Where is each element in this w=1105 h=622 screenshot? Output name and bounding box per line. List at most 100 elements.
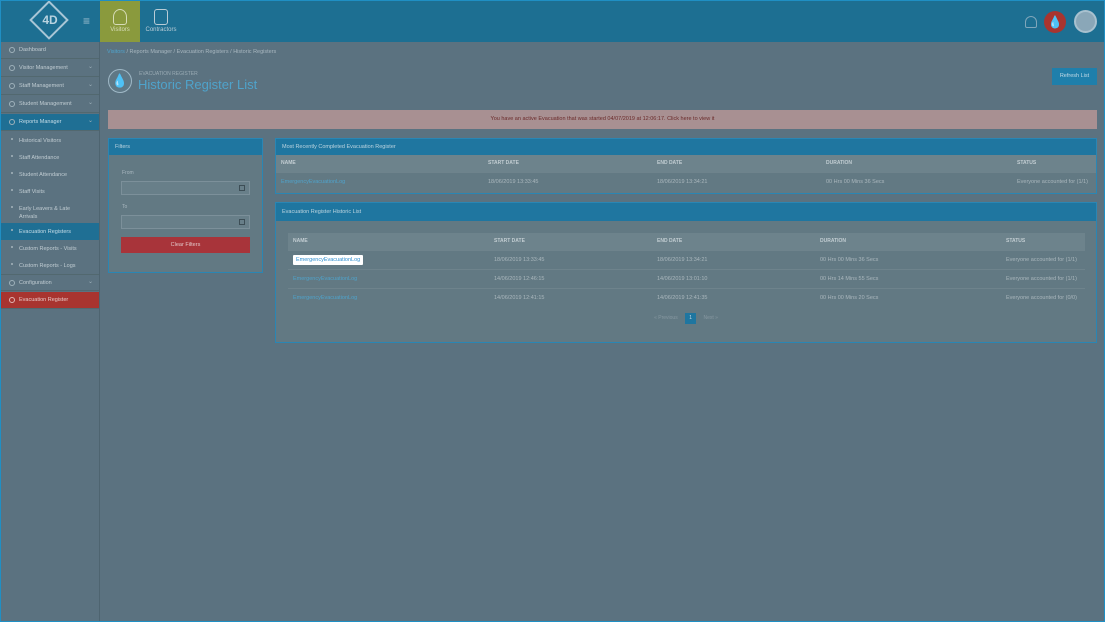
sidebar-sub-label: Staff Visits — [19, 189, 45, 195]
sidebar-sub-evacuation-registers[interactable]: Evacuation Registers — [1, 223, 99, 240]
start-date-cell: 14/06/2019 12:41:15 — [489, 287, 652, 307]
sidebar-item-dashboard[interactable]: Dashboard — [1, 42, 99, 59]
staff-icon — [9, 83, 15, 89]
reports-icon — [9, 119, 15, 125]
pager-next[interactable]: Next — [703, 315, 713, 321]
duration-cell: 00 Hrs 14 Mins 55 Secs — [815, 268, 1001, 288]
sidebar-item-label: Evacuation Register — [19, 297, 69, 303]
pager-page-current[interactable]: 1 — [685, 313, 697, 324]
module-tab-label: Visitors — [110, 27, 130, 33]
sidebar-sub-custom-reports-logs[interactable]: Custom Reports - Logs — [1, 257, 99, 274]
sidebar-sub-custom-reports-visits[interactable]: Custom Reports - Visits — [1, 240, 99, 257]
clipboard-icon — [154, 9, 168, 25]
column-header: NAME — [288, 233, 489, 250]
calendar-icon[interactable] — [239, 185, 245, 191]
sidebar-sub-label: Historical Visitors — [19, 138, 62, 144]
person-icon — [113, 9, 127, 25]
column-header: STATUS — [1012, 155, 1096, 172]
user-avatar[interactable] — [1074, 10, 1097, 33]
breadcrumb-visitors[interactable]: Visitors — [107, 49, 125, 55]
module-tab-visitors[interactable]: Visitors — [100, 1, 140, 42]
sidebar-item-evacuation-register[interactable]: Evacuation Register — [1, 292, 99, 309]
register-name-cell: EmergencyEvacuationLog — [288, 249, 489, 269]
register-name-link[interactable]: EmergencyEvacuationLog — [276, 171, 483, 191]
register-name-link[interactable]: EmergencyEvacuationLog — [288, 287, 489, 307]
student-icon — [9, 101, 15, 107]
page-title: Historic Register List — [138, 77, 258, 92]
filters-panel: Filters From To Clear Filters — [108, 138, 263, 273]
duration-cell: 00 Hrs 00 Mins 36 Secs — [821, 171, 1012, 191]
dashboard-icon — [9, 47, 15, 53]
chevron-down-icon: ⌄ — [87, 64, 93, 70]
status-cell: Everyone accounted for (1/1) — [1012, 171, 1096, 191]
sidebar-sub-historical-visitors[interactable]: Historical Visitors — [1, 132, 99, 149]
bullet-icon — [11, 138, 13, 140]
to-date-field[interactable] — [121, 215, 250, 229]
register-name-link-highlighted[interactable]: EmergencyEvacuationLog — [293, 254, 364, 265]
sidebar-item-configuration[interactable]: Configuration ⌄ — [1, 274, 99, 291]
end-date-cell: 14/06/2019 12:41:35 — [652, 287, 815, 307]
filters-title: Filters — [109, 139, 262, 155]
module-tab-contractors[interactable]: Contractors — [141, 1, 181, 42]
bullet-icon — [11, 263, 13, 265]
bell-icon[interactable] — [1025, 16, 1037, 28]
table-row: EmergencyEvacuationLog 14/06/2019 12:46:… — [288, 268, 1085, 288]
active-evacuation-alert[interactable]: You have an active Evacuation that was s… — [108, 110, 1097, 129]
chevron-down-icon: ⌄ — [87, 100, 93, 106]
sidebar-item-visitor-management[interactable]: Visitor Management ⌄ — [1, 60, 99, 77]
sidebar-item-label: Staff Management — [19, 83, 64, 89]
sidebar-sub-early-leavers[interactable]: Early Leavers & Late Arrivals — [1, 200, 99, 222]
end-date-cell: 18/06/2019 13:34:21 — [652, 249, 815, 269]
gear-icon — [9, 280, 15, 286]
sidebar-sub-student-attendance[interactable]: Student Attendance — [1, 166, 99, 183]
historic-panel-title: Evacuation Register Historic List — [276, 203, 1096, 221]
table-row: EmergencyEvacuationLog 14/06/2019 12:41:… — [288, 287, 1085, 307]
sidebar-sub-label: Early Leavers & Late Arrivals — [19, 206, 71, 220]
bullet-icon — [11, 246, 13, 248]
sidebar-sub-staff-attendance[interactable]: Staff Attendance — [1, 149, 99, 166]
from-date-field[interactable] — [121, 181, 250, 195]
status-cell: Everyone accounted for (0/0) — [1001, 287, 1085, 307]
bullet-icon — [11, 229, 13, 231]
table-row: EmergencyEvacuationLog 18/06/2019 13:33:… — [288, 249, 1085, 269]
calendar-icon[interactable] — [239, 219, 245, 225]
sidebar-item-staff-management[interactable]: Staff Management ⌄ — [1, 78, 99, 95]
column-header: START DATE — [489, 233, 652, 250]
sidebar-item-label: Visitor Management — [19, 65, 68, 71]
previous-chevron-icon: « — [654, 315, 657, 321]
pager-previous[interactable]: Previous — [658, 315, 677, 321]
clear-filters-button[interactable]: Clear Filters — [121, 237, 250, 253]
start-date-cell: 18/06/2019 13:33:45 — [483, 171, 652, 191]
drop-icon — [9, 297, 15, 303]
table-row: EmergencyEvacuationLog 18/06/2019 13:33:… — [276, 171, 1096, 191]
breadcrumb-historic-registers: Historic Registers — [233, 49, 277, 55]
bullet-icon — [11, 155, 13, 157]
sidebar-item-label: Student Management — [19, 101, 72, 107]
sidebar-item-student-management[interactable]: Student Management ⌄ — [1, 96, 99, 113]
refresh-list-button[interactable]: Refresh List — [1052, 68, 1097, 85]
evacuation-drop-icon[interactable]: 💧 — [1044, 11, 1066, 33]
duration-cell: 00 Hrs 00 Mins 20 Secs — [815, 287, 1001, 307]
sidebar-sub-label: Custom Reports - Visits — [19, 246, 77, 252]
register-name-link[interactable]: EmergencyEvacuationLog — [288, 268, 489, 288]
top-bar: 4D ≡ Visitors Contractors 💧 — [1, 1, 1104, 42]
pagination: « Previous 1 Next » — [276, 313, 1096, 324]
recent-register-panel: Most Recently Completed Evacuation Regis… — [275, 138, 1097, 194]
menu-toggle-icon[interactable]: ≡ — [83, 14, 90, 28]
column-header: DURATION — [821, 155, 1012, 172]
sidebar-sub-label: Staff Attendance — [19, 155, 60, 161]
historic-register-panel: Evacuation Register Historic List NAME S… — [275, 202, 1097, 343]
bullet-icon — [11, 189, 13, 191]
breadcrumb-reports-manager[interactable]: Reports Manager — [130, 49, 173, 55]
historic-table-wrap: NAME START DATE END DATE DURATION STATUS… — [288, 233, 1085, 307]
logo-text: 4D — [42, 13, 58, 27]
sidebar-item-label: Configuration — [19, 280, 52, 286]
chevron-down-icon: ⌄ — [87, 82, 93, 88]
start-date-cell: 14/06/2019 12:46:15 — [489, 268, 652, 288]
recent-register-table: NAME START DATE END DATE DURATION STATUS… — [276, 155, 1096, 191]
sidebar-item-reports-manager[interactable]: Reports Manager ⌄ — [1, 114, 99, 131]
column-header: START DATE — [483, 155, 652, 172]
sidebar-sub-staff-visits[interactable]: Staff Visits — [1, 183, 99, 200]
status-cell: Everyone accounted for (1/1) — [1001, 249, 1085, 269]
breadcrumb-evacuation-registers[interactable]: Evacuation Registers — [177, 49, 229, 55]
